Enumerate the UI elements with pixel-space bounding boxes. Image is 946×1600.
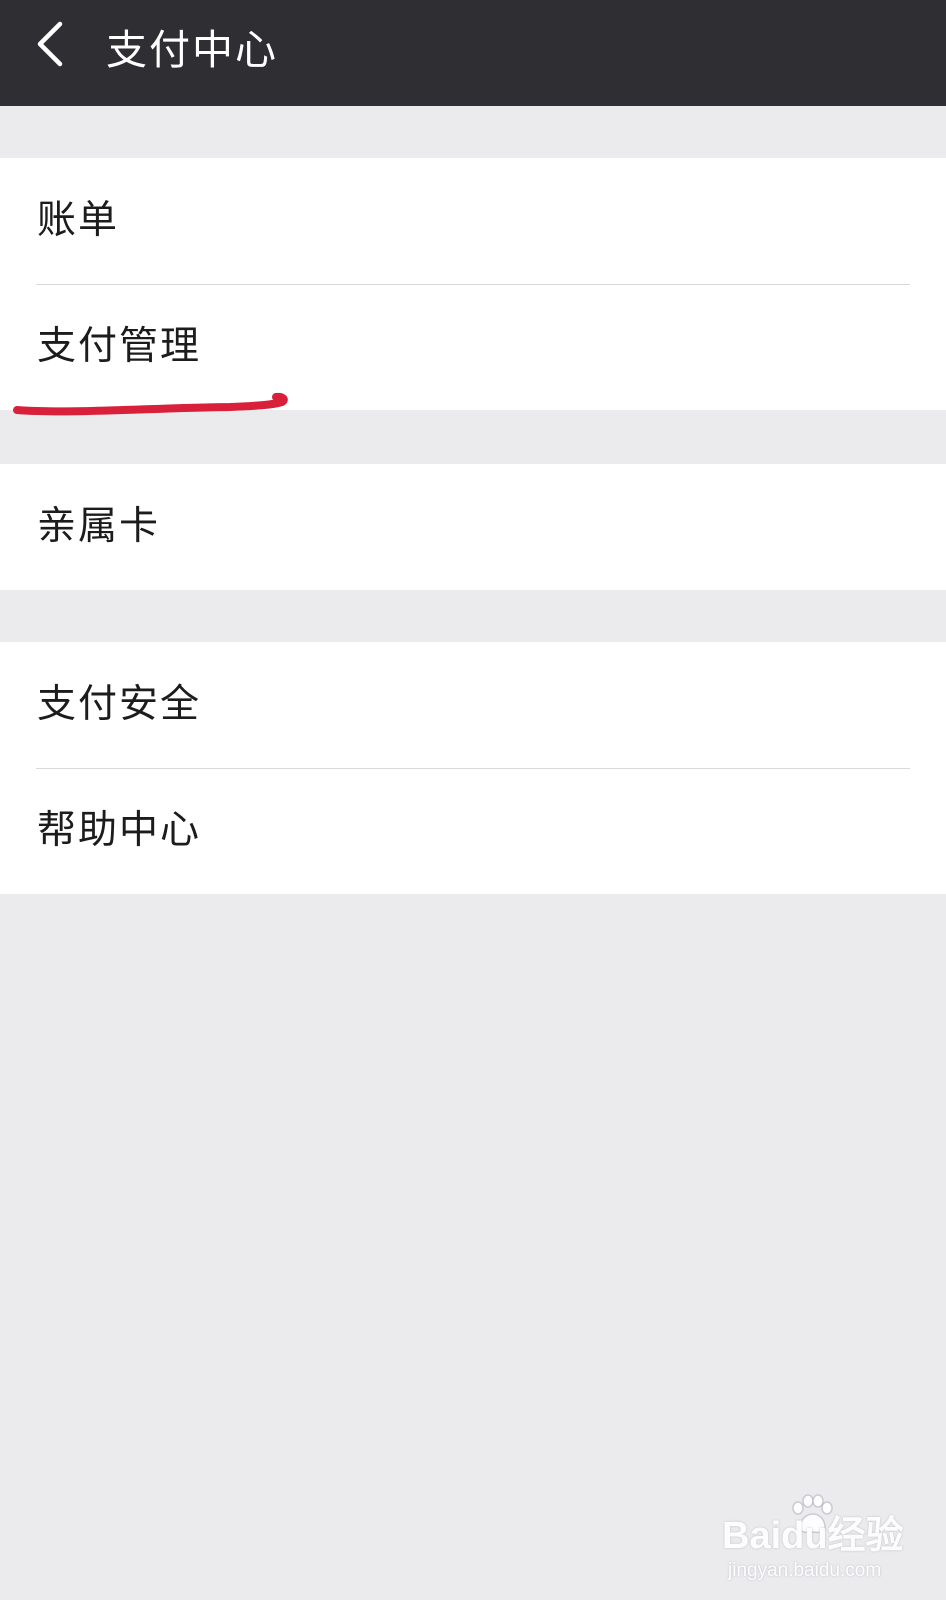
menu-group-billing: 账单 支付管理	[0, 158, 946, 410]
menu-item-bill[interactable]: 账单	[0, 158, 946, 284]
menu-item-label: 支付安全	[37, 682, 202, 727]
menu-group-family-card: 亲属卡	[0, 464, 946, 590]
watermark-url: jingyan.baidu.com	[728, 1560, 882, 1581]
baidu-watermark: Baidu经验 jingyan.baidu.com	[722, 1494, 912, 1584]
menu-item-family-card[interactable]: 亲属卡	[0, 464, 946, 590]
back-button[interactable]	[22, 18, 92, 88]
menu-item-payment-security[interactable]: 支付安全	[0, 642, 946, 768]
menu-item-label: 支付管理	[37, 324, 202, 369]
watermark-logo: Baidu经验	[722, 1515, 904, 1557]
menu-item-label: 帮助中心	[37, 808, 202, 853]
chevron-left-icon	[37, 21, 63, 67]
menu-item-label: 账单	[37, 198, 120, 243]
page-title: 支付中心	[106, 26, 278, 74]
menu-item-label: 亲属卡	[37, 504, 161, 549]
menu-item-payment-management[interactable]: 支付管理	[0, 284, 946, 410]
menu-group-security: 支付安全 帮助中心	[0, 642, 946, 894]
top-bar: 支付中心	[0, 0, 946, 106]
menu-item-help-center[interactable]: 帮助中心	[0, 768, 946, 894]
